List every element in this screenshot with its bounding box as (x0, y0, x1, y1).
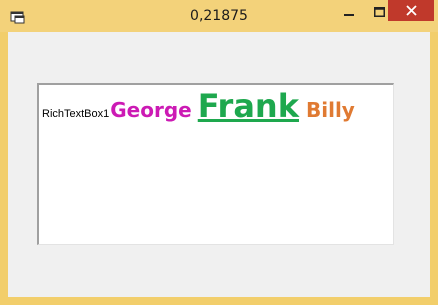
rich-text-box[interactable]: RichTextBox1 George Frank Billy (37, 83, 394, 245)
rich-text-run-frank: Frank (197, 87, 299, 125)
minimize-button[interactable] (333, 0, 364, 22)
rich-text-run-default: RichTextBox1 (42, 108, 110, 120)
application-window: 0,21875 RichTextBox1 George Frank Billy (0, 0, 438, 305)
maximize-icon (374, 2, 385, 21)
close-button[interactable] (388, 0, 434, 21)
rich-text-run-billy: Billy (305, 98, 355, 122)
rich-text-run-george: George (110, 98, 192, 122)
rich-text-line: RichTextBox1 George Frank Billy (42, 87, 355, 125)
minimize-icon (343, 2, 354, 21)
title-bar[interactable]: 0,21875 (0, 0, 438, 32)
close-icon (405, 1, 417, 20)
